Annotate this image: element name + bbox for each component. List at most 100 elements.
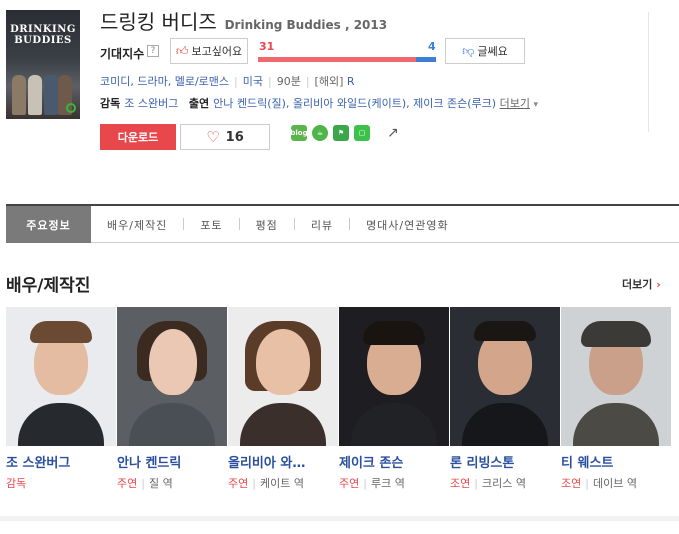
- footer-divider: [0, 516, 679, 521]
- person-card[interactable]: 론 리빙스톤 조연 | 크리스 역: [450, 307, 561, 491]
- tab-rating[interactable]: 평점: [240, 206, 294, 243]
- divider: |: [267, 75, 272, 88]
- section-title: 배우/제작진: [6, 276, 91, 296]
- like-button[interactable]: ♡ 16: [180, 124, 270, 150]
- divider: |: [585, 477, 589, 490]
- photo-shape: [573, 403, 659, 446]
- blog-icon[interactable]: blog: [290, 125, 308, 141]
- person-card[interactable]: 안나 켄드릭 주연 | 질 역: [117, 307, 228, 491]
- person-role: 주연 | 케이트 역: [228, 475, 339, 491]
- line-icon[interactable]: ▢: [354, 125, 370, 141]
- character-name: 데이브 역: [592, 477, 637, 490]
- person-name[interactable]: 제이크 존슨: [339, 452, 445, 471]
- tab-quotes-related[interactable]: 명대사/연관영화: [350, 206, 465, 243]
- credits-more-link[interactable]: 더보기: [500, 97, 530, 110]
- person-role: 조연 | 크리스 역: [450, 475, 561, 491]
- character-name: 크리스 역: [481, 477, 526, 490]
- cafe-icon[interactable]: ☕: [312, 125, 328, 141]
- poster-figure: [28, 75, 42, 115]
- person-card[interactable]: 제이크 존슨 주연 | 루크 역: [339, 307, 450, 491]
- movie-title-korean: 드링킹 버디즈: [100, 10, 217, 34]
- divider: |: [363, 477, 367, 490]
- person-photo[interactable]: [228, 307, 338, 446]
- rating-prefix: [해외]: [314, 75, 344, 88]
- person-photo[interactable]: [450, 307, 560, 446]
- country-link[interactable]: 미국: [243, 75, 263, 88]
- tab-review[interactable]: 리뷰: [295, 206, 349, 243]
- person-photo[interactable]: [339, 307, 449, 446]
- vertical-divider: [648, 12, 649, 132]
- photo-shape: [351, 403, 437, 446]
- photo-shape: [462, 403, 548, 446]
- person-name[interactable]: 론 리빙스톤: [450, 452, 556, 471]
- person-card[interactable]: 올리비아 와… 주연 | 케이트 역: [228, 307, 339, 491]
- poster-figure: [12, 75, 26, 115]
- person-name[interactable]: 올리비아 와…: [228, 452, 334, 471]
- cast-label: 출연: [188, 97, 210, 110]
- movie-title-english: Drinking Buddies , 2013: [224, 18, 388, 32]
- genre-link[interactable]: 코미디, 드라마, 멜로/로맨스: [100, 75, 229, 88]
- photo-shape: [363, 321, 425, 345]
- want-to-see-button[interactable]: 👍︎ 보고싶어요: [170, 38, 248, 64]
- bookmark-icon[interactable]: ⚑: [333, 125, 349, 141]
- expectation-bar-fill: [258, 57, 416, 62]
- person-name[interactable]: 안나 켄드릭: [117, 452, 223, 471]
- director-link[interactable]: 조 스완버그: [124, 97, 178, 110]
- person-photo[interactable]: [6, 307, 116, 446]
- role-type: 주연: [339, 477, 360, 490]
- title-row: 드링킹 버디즈 Drinking Buddies , 2013: [100, 6, 387, 35]
- tab-cast-crew[interactable]: 배우/제작진: [91, 206, 183, 243]
- expectation-bar: [258, 57, 436, 62]
- divider: |: [305, 75, 310, 88]
- chevron-down-icon: ▾: [533, 100, 538, 110]
- not-sure-label: 글쎄요: [477, 45, 508, 58]
- credit-row: 감독 조 스완버그 출연 안나 켄드릭(질), 올리비아 와일드(케이트), 제이크…: [100, 95, 538, 111]
- person-role: 조연 | 데이브 역: [561, 475, 672, 491]
- movie-poster[interactable]: DRINKING BUDDIES: [6, 10, 80, 119]
- notwant-count: 4: [428, 40, 436, 53]
- role-type: 주연: [117, 477, 138, 490]
- runtime: 90분: [276, 75, 301, 88]
- cast-links[interactable]: 안나 켄드릭(질), 올리비아 와일드(케이트), 제이크 존슨(루크): [213, 97, 496, 110]
- person-card[interactable]: 티 웨스트 조연 | 데이브 역: [561, 307, 672, 491]
- download-button[interactable]: 다운로드: [100, 124, 176, 150]
- person-role: 감독: [6, 475, 117, 491]
- person-name[interactable]: 티 웨스트: [561, 452, 667, 471]
- poster-title: DRINKING BUDDIES: [10, 24, 76, 46]
- person-role: 주연 | 루크 역: [339, 475, 450, 491]
- divider: |: [474, 477, 478, 490]
- heart-icon: ♡: [206, 128, 220, 146]
- person-card[interactable]: 조 스완버그 감독: [6, 307, 117, 491]
- tab-bar: 주요정보 배우/제작진 포토 평점 리뷰 명대사/연관영화: [6, 204, 679, 243]
- cast-list: 조 스완버그 감독 안나 켄드릭 주연 | 질 역 올리비아 와… 주연 | 케이트 역…: [6, 307, 672, 491]
- photo-shape: [581, 321, 651, 347]
- role-type: 조연: [561, 477, 582, 490]
- role-type: 감독: [6, 477, 27, 490]
- person-name[interactable]: 조 스완버그: [6, 452, 112, 471]
- share-row: blog ☕ ⚑ ▢ ↗: [290, 125, 399, 141]
- divider: |: [234, 75, 238, 88]
- photo-shape: [30, 321, 92, 343]
- role-type: 주연: [228, 477, 249, 490]
- divider: |: [141, 477, 145, 490]
- person-photo[interactable]: [561, 307, 671, 446]
- share-icon[interactable]: ↗: [387, 125, 399, 141]
- person-role: 주연 | 질 역: [117, 475, 228, 491]
- want-to-see-label: 보고싶어요: [191, 45, 243, 58]
- divider: |: [252, 477, 256, 490]
- section-more-label: 더보기: [622, 278, 653, 291]
- help-icon[interactable]: ?: [147, 45, 159, 57]
- photo-shape: [149, 329, 197, 395]
- photo-shape: [18, 403, 104, 446]
- tab-photo[interactable]: 포토: [184, 206, 238, 243]
- person-photo[interactable]: [117, 307, 227, 446]
- thumb-up-icon: 👍︎: [175, 43, 189, 58]
- zoom-icon[interactable]: [66, 103, 76, 113]
- photo-shape: [256, 329, 310, 395]
- chevron-right-icon: ›: [656, 278, 661, 291]
- photo-shape: [240, 403, 326, 446]
- tab-main-info[interactable]: 주요정보: [6, 206, 91, 243]
- not-sure-button[interactable]: 👎︎ 글쎄요: [445, 38, 525, 64]
- rating-link[interactable]: R: [347, 75, 355, 88]
- section-more-link[interactable]: 더보기 ›: [622, 276, 661, 292]
